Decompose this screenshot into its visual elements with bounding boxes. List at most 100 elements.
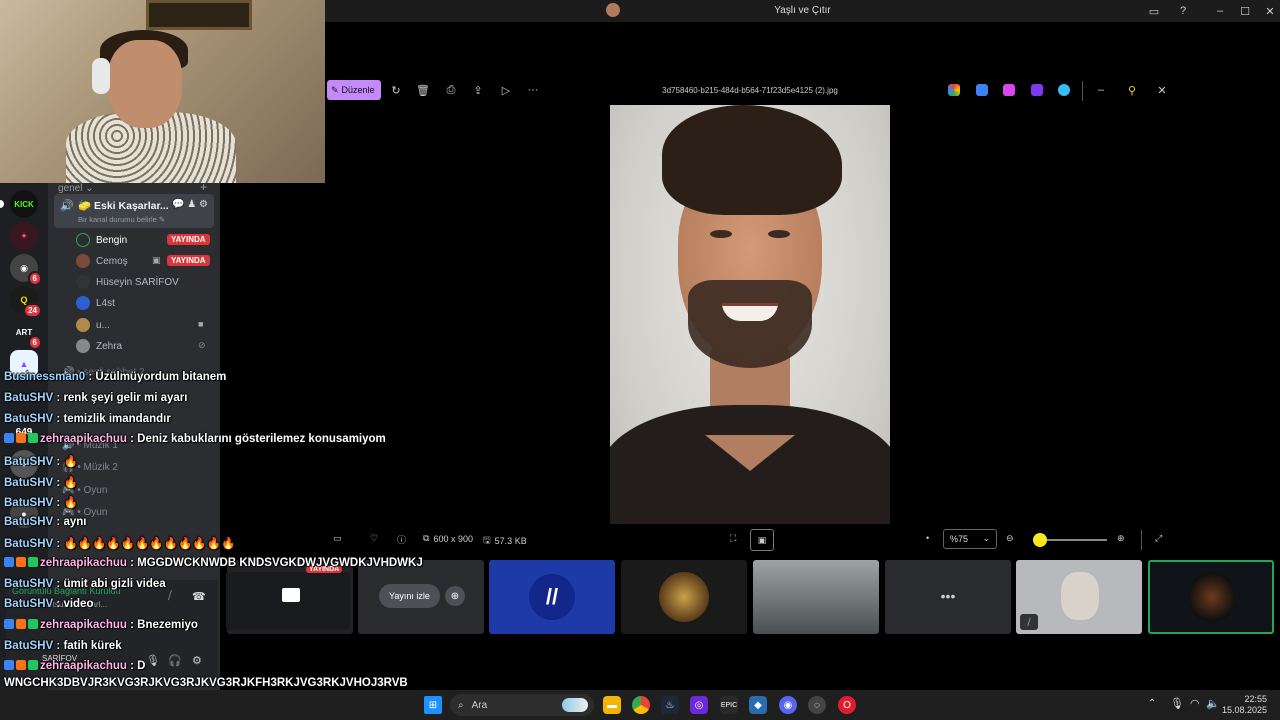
mic-icon[interactable]: 🎙 — [1170, 697, 1184, 710]
badge-icon — [16, 557, 26, 567]
chat-text: 🔥 — [63, 497, 78, 509]
photo-info-bar: ▭ ♡ ⓘ ⧉ 600 x 900 🖫 57.3 KB ⛶ ▣ • %75 ⌄ ⊖ … — [325, 528, 1280, 552]
filmstrip-stream-thumb[interactable]: Yayını izle ⊕ — [358, 560, 484, 634]
minimize-view-icon[interactable]: – — [1093, 82, 1109, 98]
main-photo[interactable] — [610, 105, 890, 524]
close-view-icon[interactable]: ✕ — [1154, 82, 1170, 98]
volume-icon[interactable]: 🔈 — [1206, 697, 1220, 710]
chat-text: 🔥 — [63, 477, 78, 489]
avatar — [76, 254, 90, 268]
chrome-icon[interactable] — [632, 696, 650, 714]
windows-start-icon[interactable]: ⊞ — [424, 696, 442, 714]
copilot-icon[interactable] — [948, 84, 960, 96]
discord-icon[interactable]: ◉ — [779, 696, 797, 714]
chat-user: BatuSHV — [4, 598, 54, 610]
art-server-icon[interactable]: ART 6 — [10, 318, 42, 350]
voice-channel-status[interactable]: Bir kanal durumu belirle ✎ — [78, 215, 165, 224]
voice-user-name: Zehra — [96, 340, 123, 352]
opera-icon[interactable]: O — [838, 696, 856, 714]
epic-games-icon[interactable]: EPIC — [720, 696, 738, 714]
voice-user[interactable]: Bengin — [76, 230, 127, 250]
minimize-button[interactable]: – — [1210, 2, 1230, 20]
clock[interactable]: 22:55 15.08.2025 — [1222, 694, 1267, 716]
chat-message: zehraapikachuu : MGGDWCKNWDB KNDSVGKDWJV… — [4, 557, 423, 569]
filmstrip-thumb-user[interactable]: ⧸ — [1016, 560, 1142, 634]
filmstrip-thumb-l4st[interactable]: // — [489, 560, 615, 634]
speaker-icon: 🔊 — [60, 200, 74, 212]
photo-beard — [688, 280, 812, 368]
filmstrip-toggle-icon[interactable]: ▭ — [333, 533, 342, 544]
headphones-icon[interactable]: 🎧 — [168, 654, 182, 667]
avatar — [76, 233, 90, 247]
zoom-out-icon[interactable]: ⊖ — [1006, 533, 1014, 544]
help-icon[interactable]: ? — [1173, 2, 1193, 20]
chat-user: BatuSHV — [4, 516, 54, 528]
chevron-down-icon: ⌄ — [982, 533, 990, 543]
voice-user[interactable]: u... — [76, 315, 110, 335]
zoom-dropdown[interactable]: %75 ⌄ — [943, 529, 997, 549]
server-icon-grey[interactable]: ◉ 6 — [10, 254, 42, 286]
app-icon[interactable]: ◆ — [749, 696, 767, 714]
server-pill — [0, 200, 4, 208]
chat-message: zehraapikachuu : Deniz kabuklarını göste… — [4, 433, 386, 445]
chat-message: zehraapikachuu : Bnezemiyo — [4, 619, 198, 631]
video-editor-icon[interactable] — [1031, 84, 1043, 96]
filmstrip-more[interactable]: ••• — [885, 560, 1011, 634]
chat-user: BatuSHV — [4, 413, 54, 425]
voice-user[interactable]: L4st — [76, 293, 115, 313]
app-icon[interactable]: ◌ — [808, 696, 826, 714]
chat-message: BatuSHV : renk şeyi gelir mi ayarı — [4, 392, 188, 404]
avatar — [76, 318, 90, 332]
stream-preview[interactable]: YAYINDA — [226, 566, 350, 630]
screen-share-icon — [282, 588, 300, 602]
taskbar-search[interactable]: ⌕ Ara — [450, 694, 594, 716]
file-explorer-icon[interactable]: ▬ — [603, 696, 621, 714]
wifi-icon[interactable]: ◠ — [1190, 697, 1200, 710]
dimensions: ⧉ 600 x 900 — [423, 533, 473, 544]
file-size-text: 57.3 KB — [494, 536, 527, 546]
mic-icon[interactable]: 🎙 — [146, 654, 160, 667]
badge-icon — [28, 557, 38, 567]
category-header[interactable]: genel ⌄ — [58, 183, 94, 194]
kick-server-icon[interactable]: KICK — [10, 190, 38, 218]
voice-channel-actions[interactable]: 💬 ♟ ⚙ — [172, 199, 208, 210]
display-icon[interactable]: ▭ — [1144, 2, 1164, 20]
clipchamp-icon[interactable] — [1003, 84, 1015, 96]
stream-popout-icon[interactable]: ⊕ — [445, 586, 465, 606]
disconnect-icon[interactable]: ☎ — [192, 590, 206, 603]
zoom-slider-thumb[interactable] — [1033, 533, 1048, 547]
chevron-up-icon[interactable]: ⌃ — [1148, 698, 1156, 709]
app-icon[interactable]: ◎ — [690, 696, 708, 714]
fullscreen-icon[interactable]: ⤢ — [1155, 533, 1162, 544]
filmstrip-thumb-active[interactable] — [1148, 560, 1274, 634]
chat-message: BatuSHV : ümit abi gizli videa — [4, 578, 166, 590]
noise-suppression-icon[interactable]: ⧸ — [168, 590, 172, 603]
voice-user[interactable]: Cemoş — [76, 251, 128, 271]
steam-icon[interactable]: ♨ — [661, 696, 679, 714]
chat-text: Deniz kabuklarını gösterilemez konusamiy… — [137, 433, 386, 445]
chat-message: BatuSHV : 🔥🔥🔥🔥🔥🔥🔥🔥🔥🔥🔥🔥 — [4, 538, 236, 550]
settings-gear-icon[interactable]: ⚙ — [192, 654, 202, 667]
voice-user-name: Cemoş — [96, 255, 128, 267]
fit-screen-icon[interactable]: ⛶ — [730, 533, 736, 544]
designer-icon[interactable] — [976, 84, 988, 96]
filmstrip-thumb-castle[interactable] — [753, 560, 879, 634]
voice-channel-header[interactable]: 🔊 🧽 Eski Kaşarlar... Bir kanal durumu be… — [54, 194, 214, 228]
voice-user[interactable]: Zehra — [76, 336, 122, 356]
chat-user: BatuSHV — [4, 640, 54, 652]
maximize-button[interactable]: ☐ — [1235, 2, 1255, 20]
server-icon-yellow[interactable]: Q 24 — [10, 286, 42, 318]
pin-icon[interactable]: ⚲ — [1124, 82, 1140, 98]
filmstrip-thumb-king[interactable] — [621, 560, 747, 634]
dot-icon: • — [926, 533, 930, 543]
zoom-in-icon[interactable]: ⊕ — [1117, 533, 1125, 544]
voice-user[interactable]: Hüseyin SARİFOV — [76, 272, 179, 292]
server-icon-pink[interactable]: ✦ — [10, 222, 38, 250]
close-button[interactable]: ✕ — [1260, 2, 1280, 20]
chat-text: 🔥 — [63, 456, 78, 468]
info-icon[interactable]: ⓘ — [397, 533, 406, 546]
favorite-icon[interactable]: ♡ — [370, 533, 378, 544]
watch-stream-button[interactable]: Yayını izle — [379, 584, 440, 608]
onedrive-icon[interactable] — [1058, 84, 1070, 96]
actual-size-icon[interactable]: ▣ — [750, 529, 774, 551]
